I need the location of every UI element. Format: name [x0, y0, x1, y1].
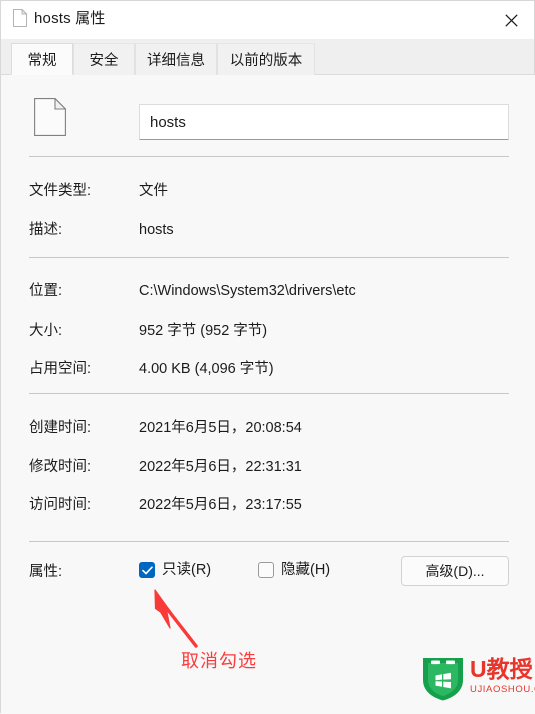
- watermark-name: U教授: [470, 656, 533, 682]
- row-accessed-value: 2022年5月6日，23:17:55: [139, 497, 302, 513]
- file-icon-large: [34, 97, 67, 136]
- row-size: 大小: 952 字节 (952 字节): [1, 321, 535, 341]
- row-location-value: C:\Windows\System32\drivers\etc: [139, 283, 356, 299]
- annotation-text: 取消勾选: [181, 651, 257, 671]
- shield-logo-icon: [420, 654, 466, 702]
- row-created-value: 2021年6月5日，20:08:54: [139, 420, 302, 436]
- row-size-on-disk-label: 占用空间:: [29, 361, 92, 377]
- divider-3: [29, 393, 509, 394]
- row-file-type-label: 文件类型:: [29, 183, 92, 199]
- divider-4: [29, 541, 509, 542]
- checkbox-hidden[interactable]: 隐藏(H): [258, 560, 330, 580]
- row-accessed-label: 访问时间:: [29, 497, 92, 513]
- attributes-label: 属性:: [29, 564, 63, 580]
- row-created: 创建时间: 2021年6月5日，20:08:54: [1, 418, 535, 438]
- row-file-type-value: 文件: [139, 183, 168, 199]
- tab-details[interactable]: 详细信息: [135, 43, 217, 75]
- title-bar: hosts 属性: [1, 1, 534, 39]
- tab-general[interactable]: 常规: [11, 43, 73, 75]
- tab-general-label: 常规: [27, 52, 57, 69]
- tab-security[interactable]: 安全: [73, 43, 135, 75]
- close-icon[interactable]: [496, 7, 526, 33]
- checkbox-readonly[interactable]: 只读(R): [139, 560, 211, 580]
- row-description: 描述: hosts: [1, 220, 535, 240]
- row-location: 位置: C:\Windows\System32\drivers\etc: [1, 281, 535, 301]
- filename-input[interactable]: [139, 104, 509, 140]
- row-description-label: 描述:: [29, 222, 63, 238]
- divider-2: [29, 257, 509, 258]
- row-modified-value: 2022年5月6日，22:31:31: [139, 459, 302, 475]
- row-description-value: hosts: [139, 222, 174, 238]
- row-size-value: 952 字节 (952 字节): [139, 323, 268, 339]
- row-created-label: 创建时间:: [29, 420, 92, 436]
- row-file-type: 文件类型: 文件: [1, 181, 535, 201]
- tab-strip: 常规 安全 详细信息 以前的版本: [1, 39, 534, 75]
- row-size-on-disk: 占用空间: 4.00 KB (4,096 字节): [1, 359, 535, 379]
- checkmark-icon: [139, 562, 155, 578]
- general-tab-panel: [1, 75, 535, 714]
- row-size-label: 大小:: [29, 323, 63, 339]
- watermark: U教授 UJIAOSHOU.COM: [420, 652, 535, 706]
- window-title: hosts 属性: [34, 10, 106, 27]
- row-size-on-disk-value: 4.00 KB (4,096 字节): [139, 361, 274, 377]
- row-accessed: 访问时间: 2022年5月6日，23:17:55: [1, 495, 535, 515]
- file-icon: [13, 8, 28, 27]
- checkbox-hidden-label: 隐藏(H): [281, 562, 331, 578]
- divider-1: [29, 156, 509, 157]
- empty-checkbox-icon: [258, 562, 274, 578]
- tab-previous-versions[interactable]: 以前的版本: [217, 43, 315, 75]
- watermark-domain: UJIAOSHOU.COM: [470, 684, 535, 695]
- row-location-label: 位置:: [29, 283, 63, 299]
- file-properties-window: hosts 属性 常规 安全 详细信息 以前的版本 hosts 文件类型: 文件…: [0, 0, 535, 714]
- tab-details-label: 详细信息: [147, 53, 205, 69]
- tab-previous-versions-label: 以前的版本: [229, 53, 303, 69]
- checkbox-readonly-label: 只读(R): [162, 562, 212, 578]
- row-modified-label: 修改时间:: [29, 459, 92, 475]
- advanced-button[interactable]: 高级(D)...: [401, 556, 509, 586]
- row-modified: 修改时间: 2022年5月6日，22:31:31: [1, 457, 535, 477]
- tab-security-label: 安全: [89, 53, 119, 69]
